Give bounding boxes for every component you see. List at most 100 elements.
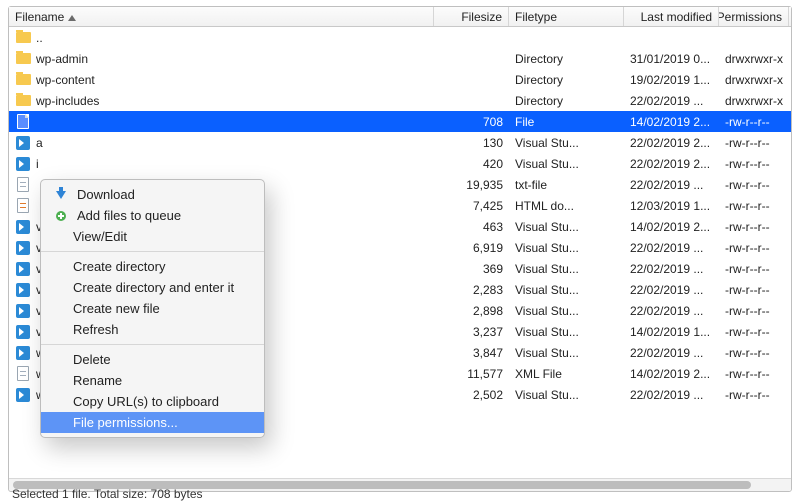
filetype-cell: Visual Stu... bbox=[509, 157, 624, 171]
menu-separator bbox=[41, 251, 264, 252]
table-row[interactable]: i420Visual Stu...22/02/2019 2...-rw-r--r… bbox=[9, 153, 791, 174]
filename-cell[interactable] bbox=[9, 114, 434, 130]
permissions-cell: -rw-r--r-- bbox=[719, 283, 789, 297]
menu-item-create-directory-enter[interactable]: Create directory and enter it bbox=[41, 277, 264, 298]
table-row[interactable]: 708File14/02/2019 2...-rw-r--r-- bbox=[9, 111, 791, 132]
permissions-cell: drwxrwxr-x bbox=[719, 73, 789, 87]
menu-item-create-new-file[interactable]: Create new file bbox=[41, 298, 264, 319]
filesize-cell: 11,577 bbox=[434, 367, 509, 381]
vscode-icon bbox=[15, 387, 31, 403]
filetype-cell: File bbox=[509, 115, 624, 129]
column-header-filesize[interactable]: Filesize bbox=[434, 7, 509, 26]
permissions-cell: -rw-r--r-- bbox=[719, 346, 789, 360]
modified-cell: 31/01/2019 0... bbox=[624, 52, 719, 66]
filename-cell[interactable]: a bbox=[9, 135, 434, 151]
modified-cell: 22/02/2019 ... bbox=[624, 94, 719, 108]
menu-item-file-permissions[interactable]: File permissions... bbox=[41, 412, 264, 433]
menu-label: Copy URL(s) to clipboard bbox=[73, 394, 219, 409]
modified-cell: 22/02/2019 2... bbox=[624, 157, 719, 171]
status-bar: Selected 1 file. Total size: 708 bytes bbox=[8, 487, 203, 501]
filetype-cell: Visual Stu... bbox=[509, 241, 624, 255]
vscode-icon bbox=[15, 135, 31, 151]
table-row[interactable]: a130Visual Stu...22/02/2019 2...-rw-r--r… bbox=[9, 132, 791, 153]
vscode-icon bbox=[15, 261, 31, 277]
filesize-cell: 7,425 bbox=[434, 199, 509, 213]
filename-text: .. bbox=[36, 31, 43, 45]
filesize-cell: 6,919 bbox=[434, 241, 509, 255]
filename-text: a bbox=[36, 136, 43, 150]
menu-item-add-to-queue[interactable]: Add files to queue bbox=[41, 205, 264, 226]
modified-cell: 14/02/2019 2... bbox=[624, 115, 719, 129]
filetype-cell: Visual Stu... bbox=[509, 325, 624, 339]
column-label: Filetype bbox=[515, 10, 557, 24]
menu-item-rename[interactable]: Rename bbox=[41, 370, 264, 391]
menu-label: Rename bbox=[73, 373, 122, 388]
table-row[interactable]: wp-admin Directory31/01/2019 0...drwxrwxr… bbox=[9, 48, 791, 69]
column-header-filename[interactable]: Filename bbox=[9, 7, 434, 26]
document-icon bbox=[15, 177, 31, 193]
menu-separator bbox=[41, 344, 264, 345]
vscode-icon bbox=[15, 240, 31, 256]
status-text: Selected 1 file. Total size: 708 bytes bbox=[12, 487, 203, 501]
vscode-icon bbox=[15, 345, 31, 361]
filetype-cell: HTML do... bbox=[509, 199, 624, 213]
column-header-filetype[interactable]: Filetype bbox=[509, 7, 624, 26]
menu-label: View/Edit bbox=[73, 229, 127, 244]
filesize-cell: 708 bbox=[434, 115, 509, 129]
filetype-cell: Visual Stu... bbox=[509, 220, 624, 234]
vscode-icon bbox=[15, 324, 31, 340]
filetype-cell: Visual Stu... bbox=[509, 262, 624, 276]
filesize-cell: 2,502 bbox=[434, 388, 509, 402]
modified-cell: 22/02/2019 ... bbox=[624, 388, 719, 402]
menu-item-view-edit[interactable]: View/Edit bbox=[41, 226, 264, 247]
menu-label: Download bbox=[77, 187, 135, 202]
vscode-icon bbox=[15, 282, 31, 298]
column-header-last-modified[interactable]: Last modified bbox=[624, 7, 719, 26]
filetype-cell: XML File bbox=[509, 367, 624, 381]
modified-cell: 22/02/2019 ... bbox=[624, 283, 719, 297]
menu-item-delete[interactable]: Delete bbox=[41, 349, 264, 370]
vscode-icon bbox=[15, 303, 31, 319]
permissions-cell: -rw-r--r-- bbox=[719, 367, 789, 381]
filetype-cell: Directory bbox=[509, 73, 624, 87]
table-row[interactable]: .. bbox=[9, 27, 791, 48]
modified-cell: 14/02/2019 2... bbox=[624, 220, 719, 234]
modified-cell: 19/02/2019 1... bbox=[624, 73, 719, 87]
permissions-cell: -rw-r--r-- bbox=[719, 157, 789, 171]
filename-cell[interactable]: wp-includes bbox=[9, 93, 434, 109]
filename-cell[interactable]: wp-admin bbox=[9, 51, 434, 67]
menu-label: Add files to queue bbox=[77, 208, 181, 223]
menu-item-copy-url[interactable]: Copy URL(s) to clipboard bbox=[41, 391, 264, 412]
permissions-cell: -rw-r--r-- bbox=[719, 388, 789, 402]
modified-cell: 22/02/2019 ... bbox=[624, 346, 719, 360]
filesize-cell: 420 bbox=[434, 157, 509, 171]
permissions-cell: -rw-r--r-- bbox=[719, 115, 789, 129]
menu-item-download[interactable]: Download bbox=[41, 184, 264, 205]
modified-cell: 22/02/2019 ... bbox=[624, 262, 719, 276]
column-header-permissions[interactable]: Permissions bbox=[719, 7, 789, 26]
permissions-cell: drwxrwxr-x bbox=[719, 52, 789, 66]
modified-cell: 22/02/2019 ... bbox=[624, 241, 719, 255]
filesize-cell: 2,283 bbox=[434, 283, 509, 297]
document-icon bbox=[15, 366, 31, 382]
filesize-cell: 2,898 bbox=[434, 304, 509, 318]
folder-icon bbox=[15, 72, 31, 88]
menu-item-refresh[interactable]: Refresh bbox=[41, 319, 264, 340]
filename-cell[interactable]: i bbox=[9, 156, 434, 172]
filetype-cell: Directory bbox=[509, 52, 624, 66]
sort-ascending-icon bbox=[68, 13, 76, 21]
filename-cell[interactable]: wp-content bbox=[9, 72, 434, 88]
filesize-cell: 3,237 bbox=[434, 325, 509, 339]
filetype-cell: Visual Stu... bbox=[509, 388, 624, 402]
filetype-cell: Visual Stu... bbox=[509, 304, 624, 318]
context-menu: Download Add files to queue View/Edit Cr… bbox=[40, 179, 265, 438]
menu-item-create-directory[interactable]: Create directory bbox=[41, 256, 264, 277]
table-row[interactable]: wp-includesDirectory22/02/2019 ...drwxrw… bbox=[9, 90, 791, 111]
add-icon bbox=[53, 208, 69, 224]
permissions-cell: -rw-r--r-- bbox=[719, 262, 789, 276]
filename-cell[interactable]: .. bbox=[9, 30, 434, 46]
folder-icon bbox=[15, 30, 31, 46]
menu-label: Create directory bbox=[73, 259, 165, 274]
table-row[interactable]: wp-content Directory19/02/2019 1...drwxrw… bbox=[9, 69, 791, 90]
filename-text: wp-admin bbox=[36, 52, 88, 66]
